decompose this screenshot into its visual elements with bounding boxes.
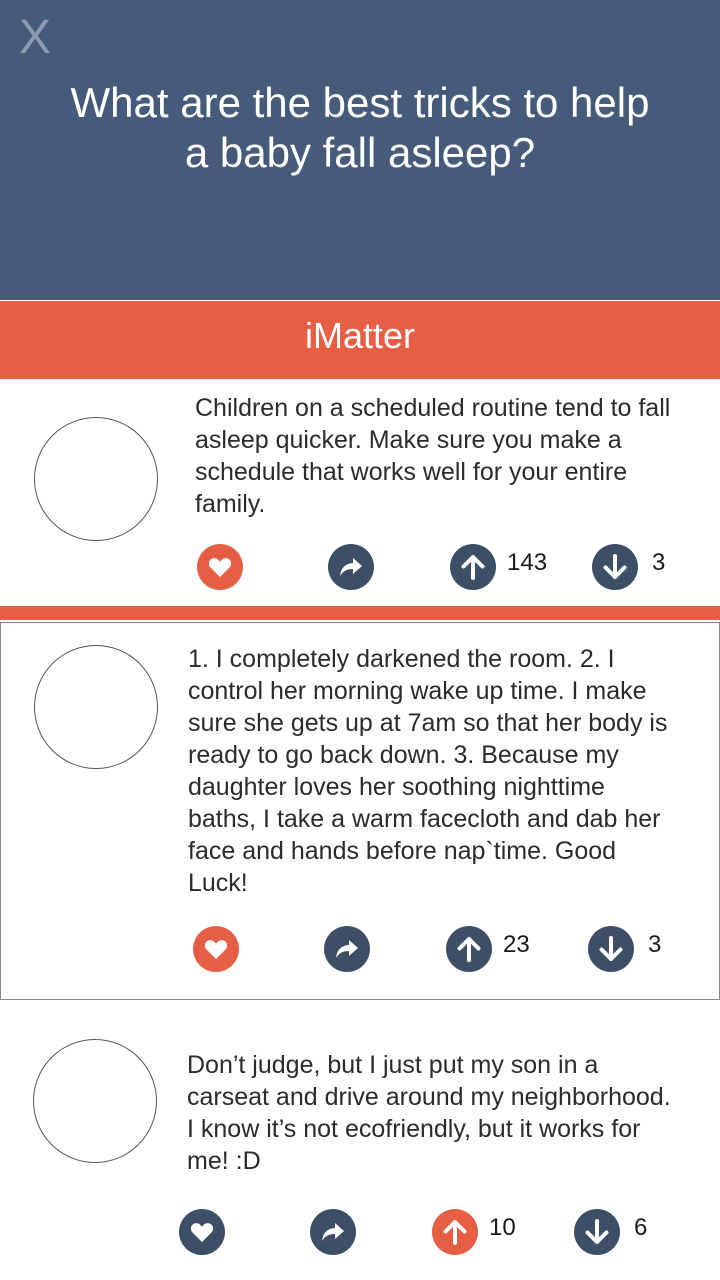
arrow-up-icon xyxy=(457,937,481,962)
downvote-count: 3 xyxy=(648,931,662,958)
share-arrow-icon xyxy=(340,558,362,576)
share-arrow-icon xyxy=(322,1223,344,1241)
question-header: X What are the best tricks to help a bab… xyxy=(0,0,720,300)
avatar[interactable] xyxy=(33,1039,157,1163)
section-divider xyxy=(0,606,720,620)
arrow-up-icon xyxy=(443,1220,467,1245)
answer-text: Children on a scheduled routine tend to … xyxy=(195,394,671,518)
upvote-button[interactable] xyxy=(432,1209,478,1255)
avatar[interactable] xyxy=(34,417,158,541)
answer-text: 1. I completely darkened the room. 2. I … xyxy=(188,645,668,897)
downvote-button[interactable] xyxy=(574,1209,620,1255)
downvote-count: 6 xyxy=(634,1214,648,1241)
upvote-button[interactable] xyxy=(450,544,496,590)
downvote-button[interactable] xyxy=(592,544,638,590)
share-button[interactable] xyxy=(324,926,370,972)
downvote-button[interactable] xyxy=(588,926,634,972)
arrow-up-icon xyxy=(461,555,485,580)
close-icon[interactable]: X xyxy=(14,12,56,64)
heart-icon xyxy=(204,940,228,959)
heart-icon xyxy=(190,1223,214,1242)
answer-card: Don’t judge, but I just put my son in a … xyxy=(0,1001,720,1280)
answer-card: 1. I completely darkened the room. 2. I … xyxy=(0,622,720,1000)
upvote-count: 10 xyxy=(489,1214,516,1241)
like-button[interactable] xyxy=(193,926,239,972)
upvote-button[interactable] xyxy=(446,926,492,972)
arrow-down-icon xyxy=(603,554,627,579)
answer-card: Children on a scheduled routine tend to … xyxy=(0,380,720,606)
arrow-down-icon xyxy=(599,936,623,961)
brand-bar: iMatter xyxy=(0,301,720,379)
upvote-count: 143 xyxy=(507,549,548,576)
like-button[interactable] xyxy=(179,1209,225,1255)
heart-icon xyxy=(208,558,232,577)
share-button[interactable] xyxy=(310,1209,356,1255)
like-button[interactable] xyxy=(197,544,243,590)
question-title: What are the best tricks to help a baby … xyxy=(70,79,650,176)
downvote-count: 3 xyxy=(652,549,666,576)
answer-text: Don’t judge, but I just put my son in a … xyxy=(187,1051,671,1175)
avatar[interactable] xyxy=(34,645,158,769)
upvote-count: 23 xyxy=(503,931,530,958)
share-button[interactable] xyxy=(328,544,374,590)
arrow-down-icon xyxy=(585,1219,609,1244)
share-arrow-icon xyxy=(336,940,358,958)
